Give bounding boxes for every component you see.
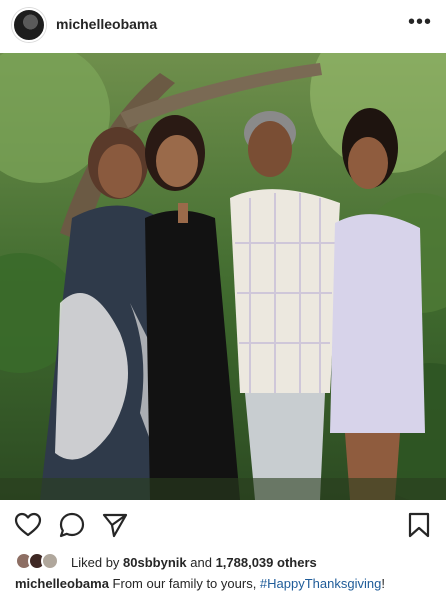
liker-avatars[interactable]: [15, 552, 71, 572]
likes-joiner: and: [186, 554, 216, 570]
caption-hashtag[interactable]: #HappyThanksgiving: [260, 576, 381, 591]
avatar[interactable]: [12, 8, 46, 42]
liker-username[interactable]: 80sbbynik: [123, 555, 187, 570]
comment-icon[interactable]: [58, 511, 86, 539]
heart-icon[interactable]: [14, 511, 42, 539]
likes-row: Liked by 80sbbynik and 1,788,039 others: [15, 552, 317, 572]
post-caption: michelleobama From our family to yours, …: [15, 576, 385, 591]
send-icon[interactable]: [101, 511, 129, 539]
caption-suffix: !: [381, 576, 385, 591]
bookmark-icon[interactable]: [405, 511, 433, 539]
caption-text: From our family to yours,: [108, 576, 260, 591]
post-actions: [0, 505, 446, 545]
likes-text: Liked by 80sbbynik and 1,788,039 others: [71, 555, 317, 570]
avatar: [41, 552, 59, 570]
post-photo[interactable]: [0, 53, 446, 500]
post-username[interactable]: michelleobama: [56, 16, 157, 32]
family-photo-image: [0, 53, 446, 500]
likes-prefix: Liked by: [71, 554, 124, 570]
more-icon[interactable]: •••: [408, 10, 432, 34]
likes-count[interactable]: 1,788,039 others: [216, 555, 317, 570]
post-header: michelleobama •••: [0, 0, 446, 50]
caption-username[interactable]: michelleobama: [15, 576, 109, 591]
